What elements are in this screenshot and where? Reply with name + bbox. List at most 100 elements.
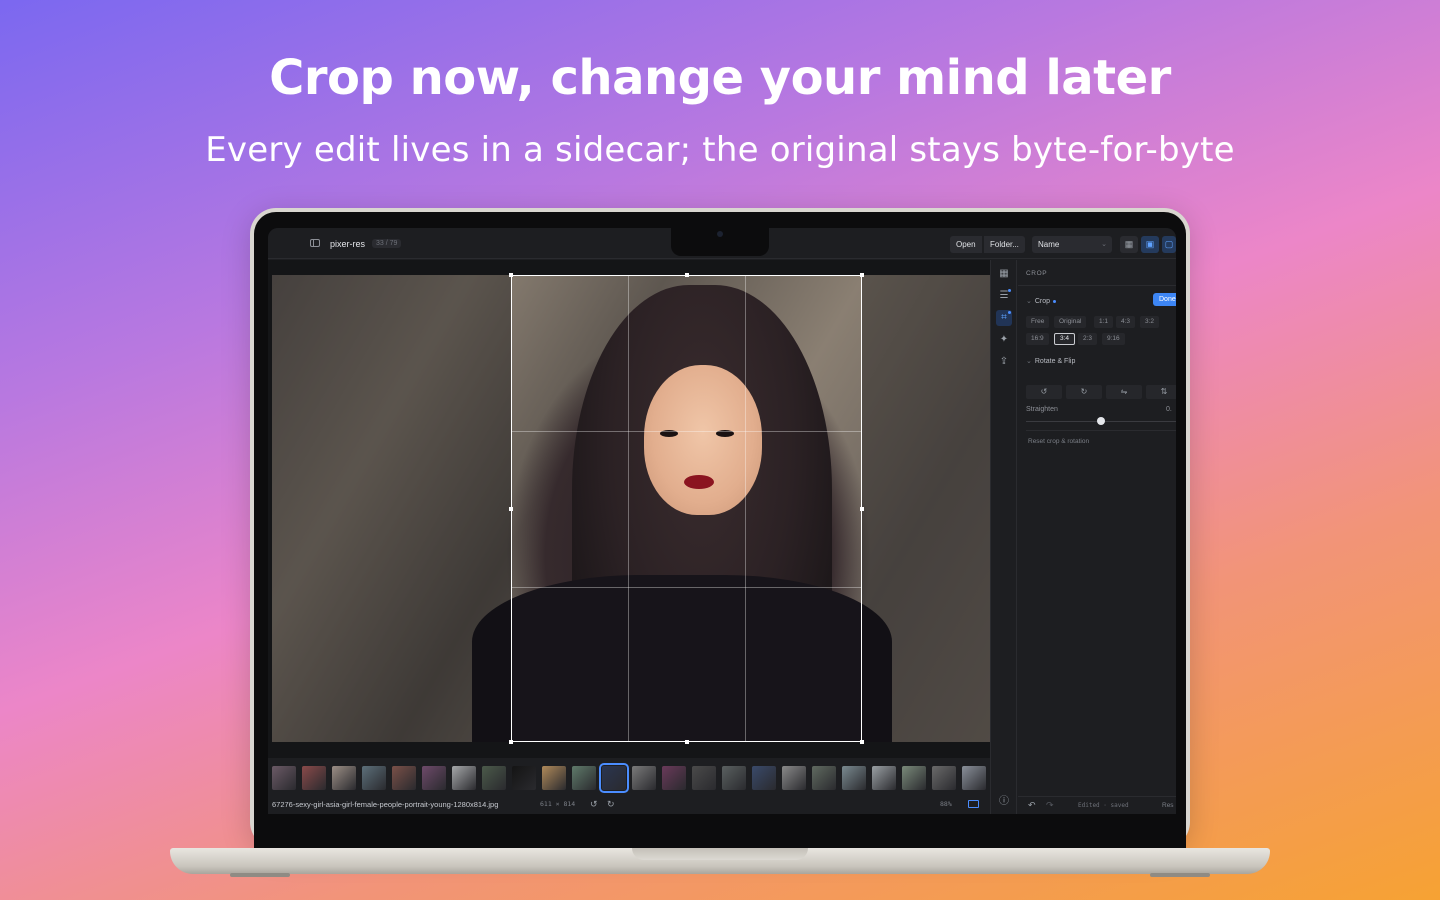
- rotate-left-button[interactable]: ↺: [1026, 385, 1062, 399]
- filmstrip-thumb[interactable]: [722, 766, 746, 790]
- camera-notch: [671, 228, 769, 256]
- crop-icon[interactable]: ⌗: [996, 310, 1012, 326]
- crop-handle-top-left[interactable]: [509, 273, 513, 277]
- ratio-4-3[interactable]: 4:3: [1116, 316, 1136, 328]
- inspector-toggle-icon[interactable]: ▢: [1162, 236, 1176, 253]
- crop-mask-right: [862, 275, 990, 742]
- crop-grid-line: [512, 431, 861, 432]
- ratio-3-2[interactable]: 3:2: [1140, 316, 1160, 328]
- sidebar-toggle-icon[interactable]: [310, 239, 320, 247]
- image-icon[interactable]: ▣: [1141, 236, 1159, 253]
- thumbnails-icon[interactable]: ▦: [996, 266, 1012, 282]
- rotate-section-toggle[interactable]: ⌄ Rotate & Flip: [1026, 357, 1075, 365]
- laptop-base: [170, 848, 1270, 877]
- image-canvas[interactable]: [268, 260, 990, 758]
- base-opening-notch: [632, 848, 808, 860]
- crop-handle-top-right[interactable]: [860, 273, 864, 277]
- ratio-original[interactable]: Original: [1054, 316, 1087, 328]
- filmstrip-thumb[interactable]: [362, 766, 386, 790]
- edited-indicator: [1008, 311, 1011, 314]
- inspector-panel: CROP ⌄ Crop Done Free Original 1:1 4:3 3:…: [1018, 260, 1176, 814]
- divider: [1026, 430, 1176, 431]
- filmstrip-thumb[interactable]: [482, 766, 506, 790]
- filmstrip-thumb[interactable]: [812, 766, 836, 790]
- library-title: pixer-res: [330, 239, 366, 249]
- chevron-down-icon: ⌄: [1026, 358, 1032, 365]
- crop-handle-right[interactable]: [860, 507, 864, 511]
- ratio-16-9[interactable]: 16:9: [1026, 333, 1049, 345]
- filmstrip-thumb[interactable]: [392, 766, 416, 790]
- straighten-value: 0.: [1166, 406, 1172, 413]
- crop-grid-line: [512, 587, 861, 588]
- crop-frame[interactable]: [509, 273, 864, 744]
- fit-view-icon[interactable]: [968, 800, 979, 808]
- filmstrip-thumb[interactable]: [962, 766, 986, 790]
- ratio-3-4[interactable]: 3:4: [1054, 333, 1076, 345]
- folder-button[interactable]: Folder...: [984, 236, 1025, 253]
- filmstrip-thumb[interactable]: [902, 766, 926, 790]
- magic-wand-icon[interactable]: ✦: [996, 332, 1012, 348]
- chevron-down-icon: ⌄: [1101, 241, 1107, 248]
- rotate-section-title: Rotate & Flip: [1034, 358, 1076, 365]
- undo-icon[interactable]: ↶: [1028, 800, 1036, 811]
- rotate-left-icon[interactable]: ↺: [590, 799, 598, 810]
- filmstrip-thumb[interactable]: [422, 766, 446, 790]
- ratio-free[interactable]: Free: [1026, 316, 1050, 328]
- rotate-right-icon[interactable]: ↻: [607, 799, 615, 810]
- tool-rail: ▦ ☰ ⌗ ✦ ⇪ ⓘ: [990, 260, 1017, 814]
- flip-vertical-button[interactable]: ⇅: [1146, 385, 1176, 399]
- straighten-slider-knob[interactable]: [1097, 417, 1105, 425]
- done-button[interactable]: Done: [1153, 293, 1176, 306]
- file-name: 67276-sexy-girl-asia-girl-female-people-…: [272, 800, 499, 809]
- crop-section-toggle[interactable]: ⌄ Crop: [1026, 297, 1057, 305]
- straighten-label: Straighten: [1026, 406, 1058, 413]
- zoom-level[interactable]: 88%: [940, 800, 952, 808]
- sort-select[interactable]: Name ⌄: [1032, 236, 1112, 253]
- modified-dot: [1053, 299, 1057, 303]
- ratio-2-3[interactable]: 2:3: [1078, 333, 1098, 345]
- crop-grid-line: [745, 276, 746, 741]
- status-bar: 67276-sexy-girl-asia-girl-female-people-…: [268, 796, 990, 814]
- filmstrip-thumb[interactable]: [752, 766, 776, 790]
- reset-button[interactable]: Res: [1162, 802, 1174, 809]
- filmstrip-thumb[interactable]: [782, 766, 806, 790]
- flip-horizontal-button[interactable]: ⇋: [1106, 385, 1142, 399]
- reset-crop-link[interactable]: Reset crop & rotation: [1028, 438, 1089, 445]
- filmstrip-thumb[interactable]: [872, 766, 896, 790]
- filmstrip-thumb[interactable]: [512, 766, 536, 790]
- ratio-9-16[interactable]: 9:16: [1102, 333, 1125, 345]
- ratio-1-1[interactable]: 1:1: [1094, 316, 1114, 328]
- filmstrip-thumb[interactable]: [932, 766, 956, 790]
- info-icon[interactable]: ⓘ: [996, 794, 1012, 810]
- filmstrip-thumb[interactable]: [272, 766, 296, 790]
- camera-icon: [717, 231, 723, 237]
- app-window: pixer-res 33 / 79 Open Folder... Name ⌄ …: [268, 228, 1176, 846]
- filmstrip-thumb[interactable]: [542, 766, 566, 790]
- filmstrip-thumb-selected[interactable]: [599, 763, 629, 793]
- sort-select-value: Name: [1038, 240, 1060, 249]
- screen-bottom-bezel: [268, 814, 1176, 846]
- adjust-sliders-icon[interactable]: ☰: [996, 288, 1012, 304]
- crop-grid-line: [628, 276, 629, 741]
- open-button[interactable]: Open: [950, 236, 982, 253]
- laptop-foot: [230, 873, 290, 877]
- rotate-right-button[interactable]: ↻: [1066, 385, 1102, 399]
- filmstrip-thumb[interactable]: [632, 766, 656, 790]
- filmstrip-thumb[interactable]: [572, 766, 596, 790]
- crop-handle-bottom-right[interactable]: [860, 740, 864, 744]
- crop-handle-top[interactable]: [685, 273, 689, 277]
- crop-handle-left[interactable]: [509, 507, 513, 511]
- filmstrip-thumb[interactable]: [452, 766, 476, 790]
- filmstrip-thumb[interactable]: [692, 766, 716, 790]
- inspector-footer: ↶ ↷ Edited · saved Res: [1018, 796, 1176, 814]
- crop-handle-bottom-left[interactable]: [509, 740, 513, 744]
- export-icon[interactable]: ⇪: [996, 354, 1012, 370]
- filmstrip-thumb[interactable]: [302, 766, 326, 790]
- crop-handle-bottom[interactable]: [685, 740, 689, 744]
- filmstrip-thumb[interactable]: [842, 766, 866, 790]
- image-counter: 33 / 79: [372, 239, 402, 248]
- redo-icon[interactable]: ↷: [1046, 800, 1054, 811]
- filmstrip-thumb[interactable]: [332, 766, 356, 790]
- filmstrip-thumb[interactable]: [662, 766, 686, 790]
- grid-icon[interactable]: ▦: [1120, 236, 1138, 253]
